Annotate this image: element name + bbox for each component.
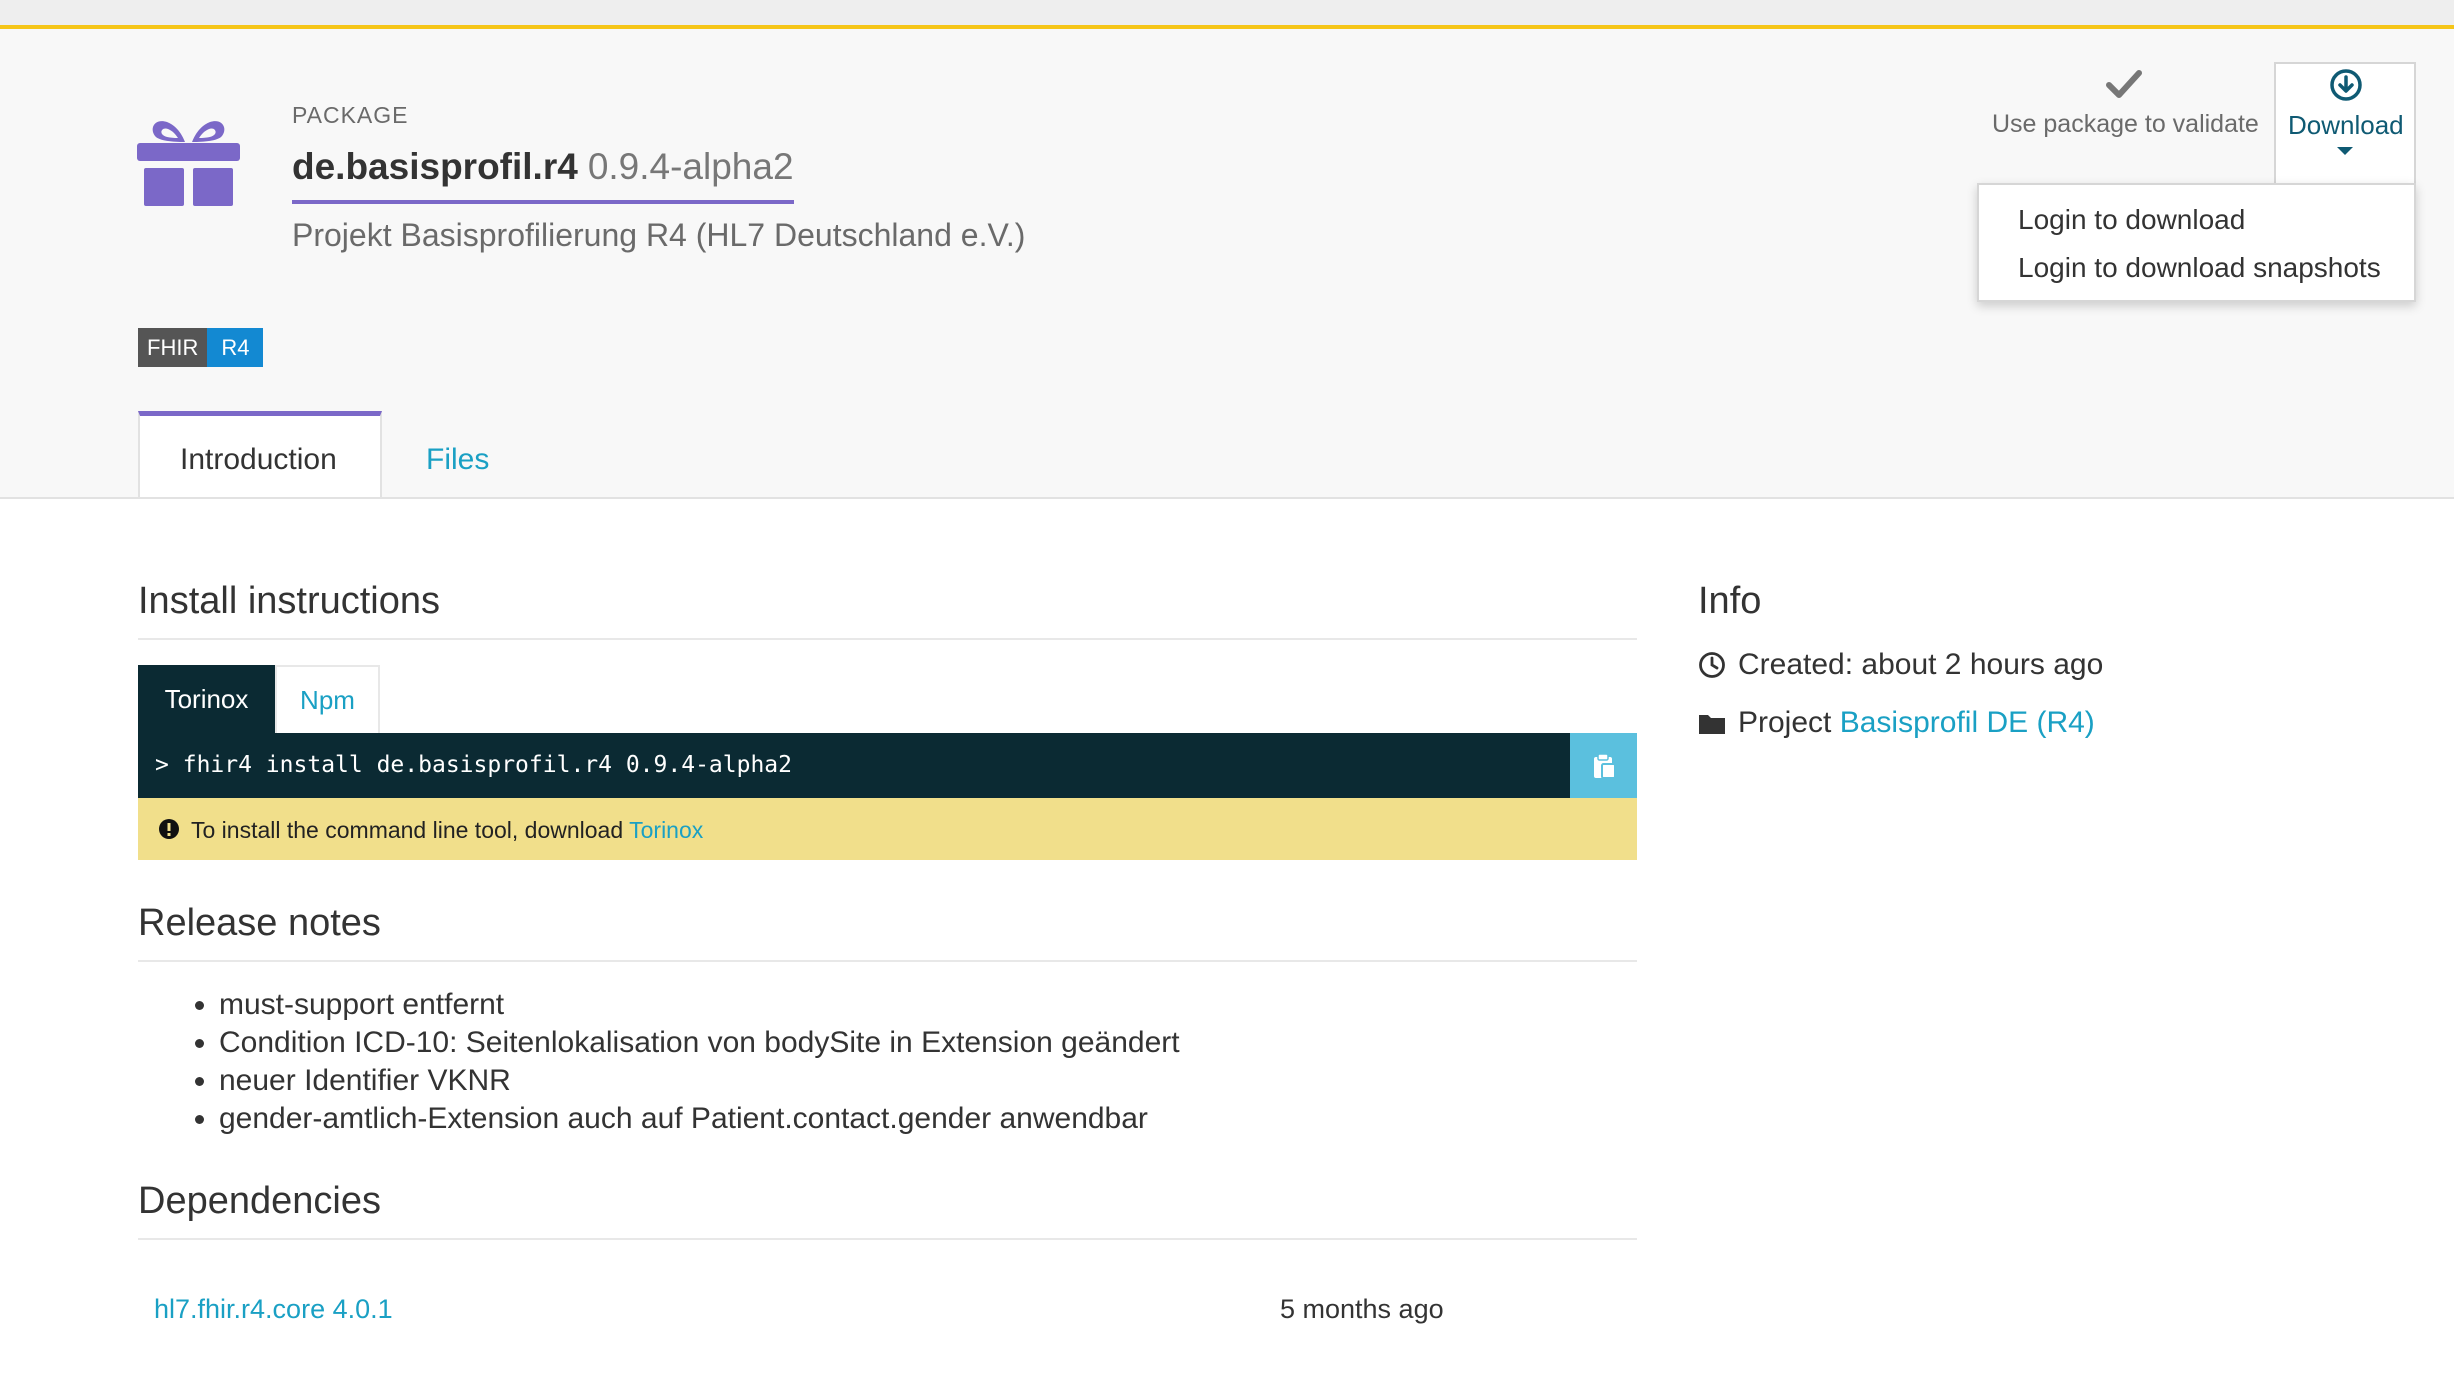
dependency-time: 5 months ago — [1280, 1294, 1444, 1324]
checkmark-icon[interactable] — [2106, 66, 2142, 102]
folder-icon — [1699, 715, 1725, 734]
fhir-version-badge: FHIR R4 — [138, 328, 264, 367]
validate-button[interactable]: Use package to validate — [1992, 110, 2259, 139]
project-label: Project — [1738, 706, 1840, 739]
install-instructions-heading: Install instructions — [138, 580, 441, 622]
exclamation-circle-icon — [159, 819, 179, 839]
dependencies-heading: Dependencies — [138, 1180, 381, 1222]
info-created: Created: about 2 hours ago — [1698, 648, 2103, 682]
install-tab-torinox[interactable]: Torinox — [138, 665, 275, 733]
divider — [138, 1238, 1637, 1240]
info-project: Project Basisprofil DE (R4) — [1698, 706, 2095, 740]
install-tab-npm[interactable]: Npm — [275, 665, 380, 733]
caret-down-icon[interactable] — [2337, 147, 2353, 155]
download-label[interactable]: Download — [2288, 110, 2404, 141]
clipboard-icon[interactable] — [1591, 752, 1617, 780]
list-item: gender-amtlich-Extension auch auf Patien… — [219, 1100, 1180, 1138]
tab-introduction-label[interactable]: Introduction — [180, 443, 337, 477]
divider — [138, 960, 1637, 962]
created-text: Created: about 2 hours ago — [1738, 648, 2104, 681]
list-item: must-support entfernt — [219, 986, 1180, 1024]
project-link[interactable]: Basisprofil DE (R4) — [1840, 706, 2095, 740]
release-notes-list: must-support entfernt Condition ICD-10: … — [173, 986, 1180, 1138]
package-version: 0.9.4-alpha2 — [587, 146, 794, 187]
download-circle-icon[interactable] — [2329, 68, 2363, 102]
badge-fhir: FHIR — [138, 328, 208, 367]
login-to-download-snapshots-item[interactable]: Login to download snapshots — [2018, 252, 2381, 284]
info-heading: Info — [1698, 580, 1762, 622]
download-dropdown — [1977, 183, 2416, 302]
dependency-link[interactable]: hl7.fhir.r4.core 4.0.1 — [154, 1294, 393, 1325]
package-title: de.basisprofil.r4 0.9.4-alpha2 — [292, 146, 794, 204]
package-name: de.basisprofil.r4 — [292, 146, 578, 187]
badge-r4: R4 — [207, 328, 264, 367]
list-item: Condition ICD-10: Seitenlokalisation von… — [219, 1024, 1180, 1062]
gift-icon — [137, 121, 240, 206]
command-text: fhir4 install de.basisprofil.r4 0.9.4-al… — [182, 752, 792, 778]
prompt-symbol: > — [155, 752, 169, 778]
package-description: Projekt Basisprofilierung R4 (HL7 Deutsc… — [292, 217, 1026, 253]
install-command[interactable]: > fhir4 install de.basisprofil.r4 0.9.4-… — [155, 752, 792, 778]
notice-message: To install the command line tool, downlo… — [191, 817, 630, 843]
tab-files[interactable]: Files — [426, 443, 489, 477]
release-notes-heading: Release notes — [138, 902, 381, 944]
divider — [138, 638, 1637, 640]
login-to-download-item[interactable]: Login to download — [2018, 204, 2245, 236]
package-type-label: PACKAGE — [292, 102, 409, 128]
install-notice-text: To install the command line tool, downlo… — [191, 817, 703, 844]
top-bar — [0, 0, 2454, 29]
clock-icon — [1699, 652, 1725, 678]
list-item: neuer Identifier VKNR — [219, 1062, 1180, 1100]
torinox-download-link[interactable]: Torinox — [629, 817, 703, 843]
